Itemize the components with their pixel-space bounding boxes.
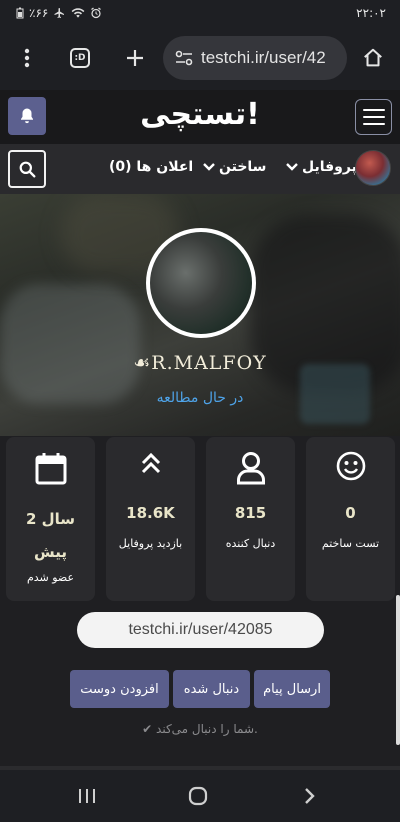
- url-text: testchi.ir/user/42: [201, 48, 326, 67]
- address-bar[interactable]: testchi.ir/user/42: [163, 36, 347, 80]
- battery-icon: [16, 7, 24, 19]
- stat-card-profile-views: 18.6K بازدید پروفایل: [106, 437, 195, 601]
- tab-count: :D: [70, 48, 90, 68]
- nav-profile-label: پروفایل: [302, 159, 357, 175]
- nav-profile[interactable]: پروفایل: [286, 159, 357, 175]
- site-header: تستچی!: [0, 90, 400, 144]
- chevron-down-icon: [286, 163, 298, 171]
- add-friend-button[interactable]: افزودن دوست: [70, 670, 169, 708]
- calendar-icon: [35, 453, 66, 485]
- alarm-icon: [91, 7, 102, 19]
- stat-value-tests-created: 0: [345, 504, 356, 522]
- stat-label-followers: دنبال کننده: [225, 537, 276, 550]
- stat-label-profile-views: بازدید پروفایل: [118, 537, 183, 550]
- site-settings-icon[interactable]: [175, 50, 193, 66]
- profile-avatar[interactable]: [146, 228, 256, 338]
- battery-level: ٪۶۶: [29, 6, 49, 20]
- stat-card-followers: 815 دنبال کننده: [206, 437, 295, 601]
- system-navigation-bar: [0, 770, 400, 822]
- followed-button[interactable]: دنبال شده: [173, 670, 250, 708]
- site-logo[interactable]: تستچی!: [0, 97, 400, 132]
- stat-card-member-since: 2 سال پیش عضو شدم: [6, 437, 95, 601]
- status-bar: ٪۶۶ ۲۲:۰۲: [0, 0, 400, 26]
- stat-label-tests-created: تست ساختم: [321, 537, 380, 550]
- follows-you-note: ✔ شما را دنبال می‌کند.: [142, 722, 258, 736]
- stat-value-profile-views: 18.6K: [126, 504, 175, 522]
- clock: ۲۲:۰۲: [356, 6, 386, 20]
- stat-value-member-since: 2 سال پیش: [25, 510, 76, 561]
- profile-status: در حال مطالعه: [156, 390, 244, 406]
- stat-label-member-since: عضو شدم: [26, 571, 75, 584]
- search-button[interactable]: [8, 150, 46, 188]
- recent-apps-icon[interactable]: [75, 784, 99, 808]
- user-avatar[interactable]: [355, 150, 391, 186]
- site-nav: اعلان ها (0) ساختن پروفایل: [0, 144, 400, 194]
- nav-build[interactable]: ساختن: [203, 159, 266, 175]
- stat-value-followers: 815: [234, 504, 267, 522]
- more-menu-icon[interactable]: [3, 34, 51, 82]
- chevrons-up-icon: [141, 452, 160, 474]
- stat-card-tests-created: 0 تست ساختم: [306, 437, 395, 601]
- browser-toolbar: :D testchi.ir/user/42: [0, 26, 400, 90]
- chevron-down-icon: [203, 163, 215, 171]
- smile-icon: [336, 451, 365, 481]
- airplane-icon: [54, 8, 65, 18]
- hamburger-menu-button[interactable]: [355, 99, 392, 135]
- search-icon: [19, 161, 35, 177]
- back-chevron-icon[interactable]: [298, 784, 322, 808]
- home-icon[interactable]: [349, 34, 397, 82]
- tab-switcher-button[interactable]: :D: [56, 34, 104, 82]
- send-message-button[interactable]: ارسال پیام: [254, 670, 330, 708]
- home-button-icon[interactable]: [186, 784, 210, 808]
- nav-notifications[interactable]: اعلان ها (0): [109, 159, 193, 175]
- profile-share-url[interactable]: testchi.ir/user/42085: [77, 612, 324, 648]
- nav-build-label: ساختن: [219, 159, 267, 175]
- wifi-icon: [71, 8, 85, 18]
- profile-username: ☙R.MALFOY: [133, 352, 267, 374]
- status-icons: ٪۶۶: [16, 6, 102, 20]
- new-tab-icon[interactable]: [111, 34, 159, 82]
- scrollbar[interactable]: [396, 595, 400, 745]
- user-icon: [236, 452, 265, 485]
